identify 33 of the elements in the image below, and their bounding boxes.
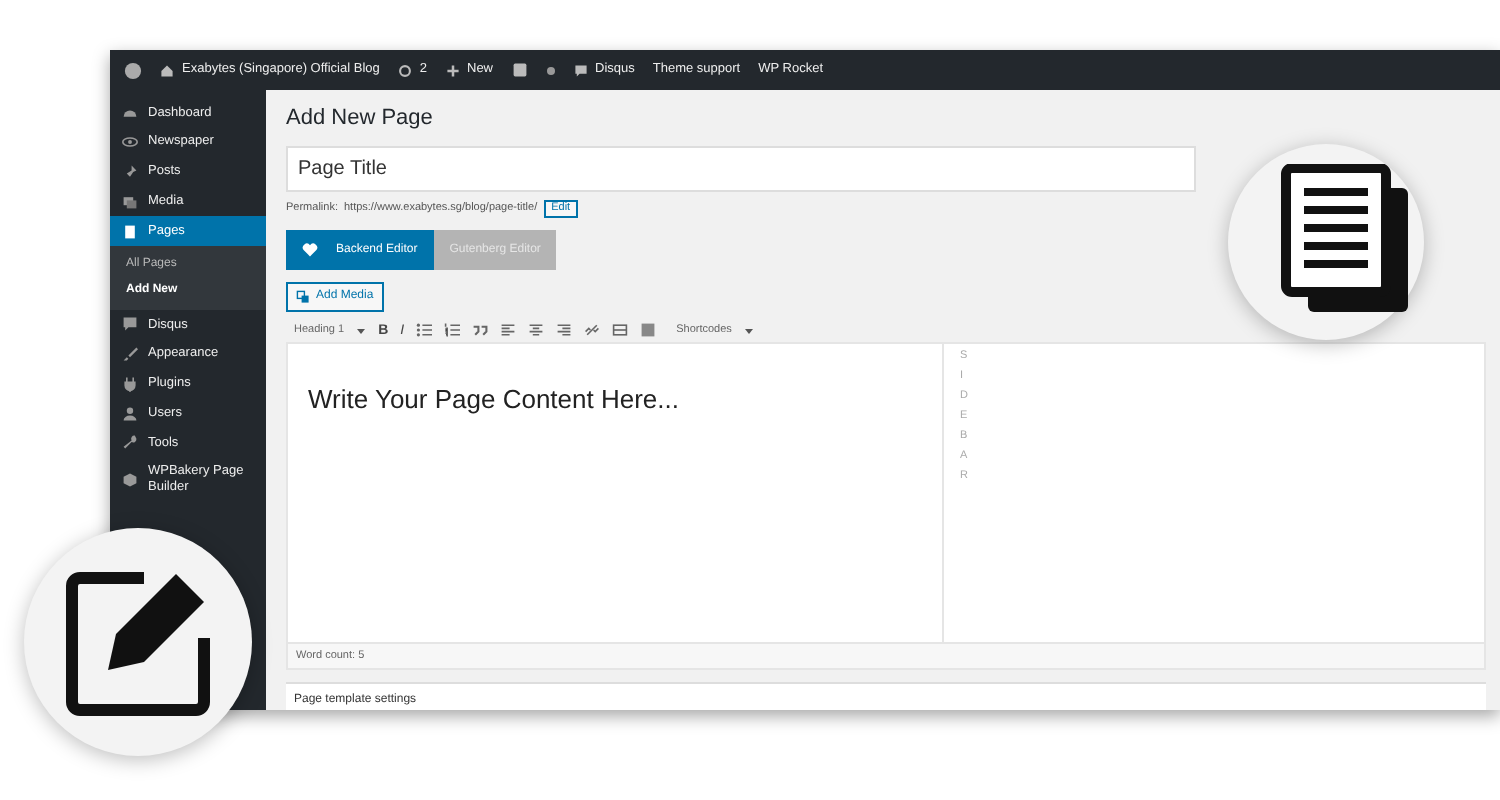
gauge-icon	[122, 104, 138, 121]
wrench-icon	[122, 434, 138, 451]
toolbar-toggle-icon[interactable]	[640, 322, 657, 339]
plus-icon[interactable]	[445, 63, 459, 77]
align-center-icon[interactable]	[528, 322, 545, 339]
caret-icon[interactable]	[356, 325, 367, 336]
comment-icon[interactable]	[573, 63, 588, 77]
page-icon	[122, 223, 138, 240]
caret-icon[interactable]	[743, 325, 754, 336]
link-icon[interactable]	[584, 322, 601, 339]
home-icon[interactable]	[160, 63, 174, 77]
editor-content-text: Write Your Page Content Here...	[308, 382, 681, 419]
quote-icon[interactable]	[472, 322, 489, 339]
page-heading: Add New Page	[286, 104, 435, 134]
media-icon	[296, 290, 310, 304]
plug-icon	[122, 375, 138, 392]
person-icon	[122, 405, 138, 422]
align-right-icon[interactable]	[556, 322, 573, 339]
read-more-icon[interactable]	[612, 322, 629, 339]
refresh-icon[interactable]	[397, 63, 412, 77]
heart-icon	[302, 242, 318, 258]
photo-icon	[122, 193, 138, 210]
dot-icon	[545, 65, 556, 75]
numbered-list-icon[interactable]	[444, 322, 461, 339]
cube-icon	[122, 471, 138, 488]
bulleted-list-icon[interactable]	[416, 322, 433, 339]
title-field[interactable]: Page Title	[286, 145, 1196, 191]
edit-icon	[64, 566, 216, 718]
comment-icon	[122, 316, 138, 333]
pin-icon	[122, 163, 138, 180]
brush-icon	[122, 346, 138, 363]
align-left-icon[interactable]	[500, 322, 517, 339]
eye-icon	[122, 134, 138, 151]
